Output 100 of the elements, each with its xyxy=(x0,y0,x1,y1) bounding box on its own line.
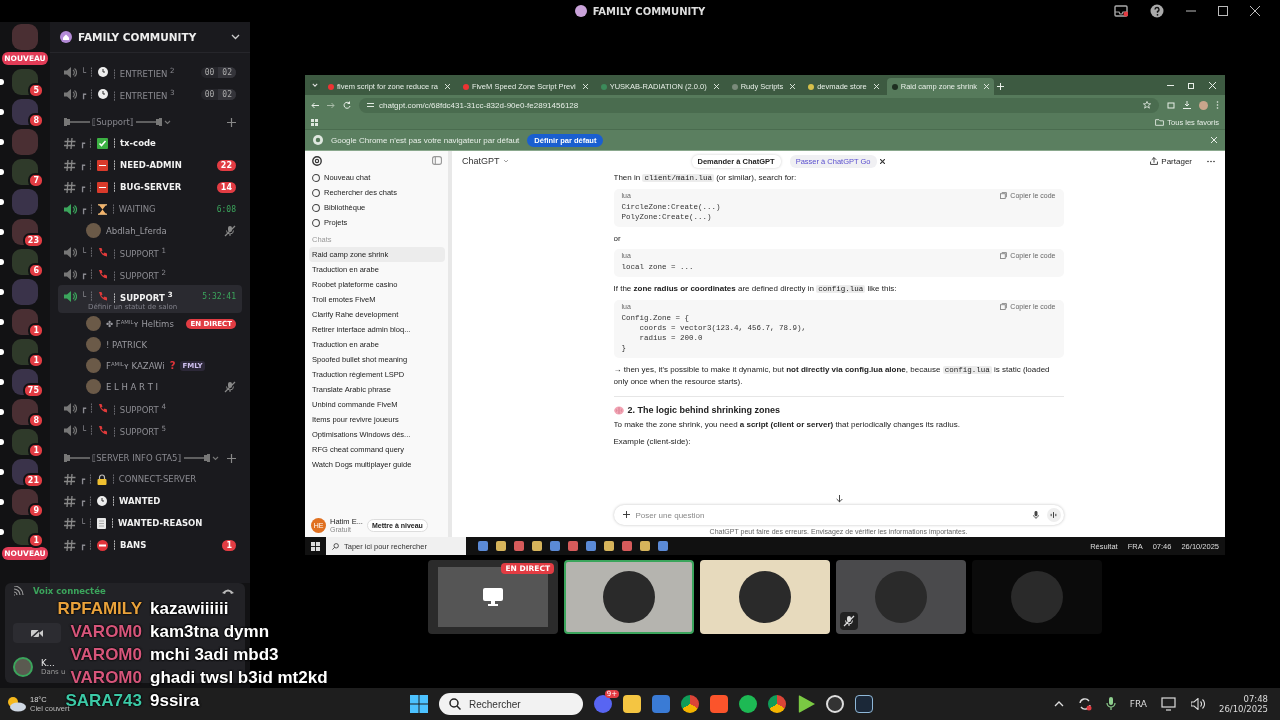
channel-prefix: ┏ ┊ xyxy=(81,269,94,279)
help-icon[interactable] xyxy=(1150,4,1164,18)
server-icon[interactable] xyxy=(12,429,38,455)
sidebar-toggle-icon[interactable] xyxy=(432,156,442,165)
microphone-icon[interactable] xyxy=(1105,697,1116,711)
logo-icon[interactable] xyxy=(312,155,322,166)
minimize-icon[interactable] xyxy=(1167,82,1174,89)
chevron-up-icon[interactable] xyxy=(1053,701,1064,707)
hang-up-icon[interactable] xyxy=(221,587,235,595)
channel-name: ┊ SUPPORT $^{3}$ xyxy=(111,289,173,303)
member-name[interactable]: ! PATRICK xyxy=(106,339,147,350)
server-icon[interactable] xyxy=(12,69,38,95)
menu-icon[interactable] xyxy=(1216,101,1219,109)
text-channel[interactable]: ┏ ┊ ┊ WANTED xyxy=(58,490,242,512)
voice-channel[interactable]: ┏ ┊ ┊ WAITING 6:08 xyxy=(58,198,242,220)
sync-icon[interactable] xyxy=(1077,697,1092,711)
channel-prefix: ┏ ┊ xyxy=(80,496,93,506)
favicon-icon xyxy=(808,83,815,90)
extensions-icon[interactable] xyxy=(1167,101,1175,109)
apps-grid-icon[interactable] xyxy=(311,118,318,126)
chevron-icon[interactable] xyxy=(211,455,219,461)
plus-icon[interactable] xyxy=(227,453,236,463)
window-title: FAMILY COMMUNITY xyxy=(592,5,706,17)
close-icon[interactable] xyxy=(1250,6,1260,16)
voice-channel[interactable]: ┏ ┊ ┊ SUPPORT $^{2}$ xyxy=(58,263,242,285)
voice-channel[interactable]: ┏ ┊ ┊ ENTRETIEN $^{3}$ 00 02 xyxy=(58,83,242,105)
text-channel[interactable]: └ ┊ ┊ WANTED-REASON xyxy=(58,512,242,534)
user-avatar[interactable] xyxy=(13,657,33,677)
answer-paragraph: To make the zone shrink, you need a script (client or server) that periodically changes its radius. xyxy=(613,419,961,430)
new-tab-icon[interactable] xyxy=(997,83,1005,90)
server-icon[interactable] xyxy=(12,489,38,515)
star-icon[interactable] xyxy=(1143,101,1151,109)
server-icon[interactable] xyxy=(12,399,38,425)
participant-tile[interactable] xyxy=(564,560,694,634)
language-indicator[interactable]: FRA xyxy=(1129,699,1147,709)
server-icon[interactable] xyxy=(12,519,38,545)
back-icon[interactable] xyxy=(311,101,319,109)
voice-member[interactable]: ! PATRICK xyxy=(58,334,242,355)
reload-icon[interactable] xyxy=(343,101,351,109)
user-avatar xyxy=(86,316,101,331)
chevron-icon[interactable] xyxy=(164,119,172,125)
user-avatar xyxy=(86,223,101,238)
server-icon[interactable] xyxy=(12,99,38,125)
plus-icon[interactable] xyxy=(227,117,236,127)
microphone-icon[interactable] xyxy=(1032,511,1039,519)
category-name[interactable]: ⟦SERVER INFO GTA5⟧ xyxy=(92,453,182,463)
model-selector[interactable]: ChatGPT xyxy=(462,156,500,166)
restore-icon[interactable] xyxy=(1188,82,1195,89)
chat-message: ghadi twsl b3id mt2kd xyxy=(150,667,328,688)
clock-date[interactable]: 26/10/2025 xyxy=(1219,704,1268,714)
server-header[interactable]: FAMILY COMMUNITY xyxy=(50,22,250,53)
server-icon[interactable] xyxy=(12,249,38,275)
server-icon[interactable] xyxy=(12,339,38,365)
mention-badge: 23 xyxy=(22,233,44,248)
chat-author: RPFAMILY xyxy=(57,598,142,619)
clock-time[interactable]: 07:48 xyxy=(1243,694,1268,704)
voice-channel[interactable]: └ ┊ ┊ SUPPORT $^{1}$ xyxy=(58,241,242,263)
participant-tile[interactable] xyxy=(700,560,830,634)
share-button[interactable]: Partager xyxy=(1161,156,1192,166)
member-name[interactable]: Fᴬᴹᴵᴸʏ KAZAWi xyxy=(106,360,165,371)
speaker-icon[interactable] xyxy=(1191,698,1205,710)
camera-off-button[interactable] xyxy=(13,623,61,643)
tab-search-icon[interactable] xyxy=(310,80,320,90)
category-name[interactable]: ⟦Support⟧ xyxy=(92,117,135,127)
server-icon[interactable] xyxy=(12,309,38,335)
inbox-icon[interactable] xyxy=(1114,5,1128,17)
close-icon[interactable] xyxy=(879,158,885,164)
plus-icon[interactable] xyxy=(622,511,630,518)
voice-channel[interactable]: └ ┊ ┊ SUPPORT $^{5}$ xyxy=(58,419,242,441)
member-name[interactable]: E L H A R T I xyxy=(106,381,159,392)
more-icon[interactable] xyxy=(1207,159,1215,163)
caret-icon xyxy=(502,159,509,163)
download-icon[interactable] xyxy=(1183,101,1191,109)
network-monitor-icon[interactable] xyxy=(1161,697,1177,711)
hash-icon xyxy=(64,473,76,485)
search-field[interactable]: Rechercher xyxy=(439,693,583,715)
text-channel[interactable]: ┏ ┊ ┊ tx-code xyxy=(58,132,242,154)
username: K... xyxy=(41,658,56,668)
server-icon[interactable] xyxy=(12,159,38,185)
text-channel[interactable]: ┏ ┊ ┊ BANS 1 xyxy=(58,534,242,556)
timer: 00 02 xyxy=(200,88,236,100)
voice-channel[interactable]: └ ┊ ┊ ENTRETIEN $^{2}$ 00 02 xyxy=(58,61,242,83)
channel-prefix: ┏ ┊ xyxy=(81,89,94,99)
text-channel[interactable]: ┏ ┊ ┊ BUG-SERVER 14 xyxy=(58,176,242,198)
windows-logo-icon[interactable] xyxy=(311,541,320,551)
message-input[interactable]: Poser une question xyxy=(613,505,1064,525)
member-name[interactable]: Abdlah_Lferda xyxy=(106,225,167,236)
address-bar[interactable]: chatgpt.com/c/68fdc431-31cc-832d-90e0-fe2891456128 xyxy=(359,97,1159,113)
scroll-down-icon[interactable] xyxy=(835,495,843,503)
maximize-icon[interactable] xyxy=(1218,6,1228,16)
mention-badge: 21 xyxy=(22,473,44,488)
member-name[interactable]: ✤ Fᴬᴹᴵᴸʏ Heltims xyxy=(106,318,174,329)
participant-tile[interactable] xyxy=(836,560,966,634)
mention-badge: 7 xyxy=(28,173,44,188)
voice-channel[interactable]: ┏ ┊ ┊ SUPPORT $^{4}$ xyxy=(58,397,242,419)
text-channel[interactable]: ┏ ┊ ┊ NEED-ADMIN 22 xyxy=(58,154,242,176)
participant-tile[interactable] xyxy=(972,560,1102,634)
text-channel[interactable]: ┏ ┊ ┊ CONNECT-SERVER xyxy=(58,468,242,490)
chat-author: VAROM0 xyxy=(70,621,142,642)
browser-logo-icon xyxy=(313,135,323,145)
